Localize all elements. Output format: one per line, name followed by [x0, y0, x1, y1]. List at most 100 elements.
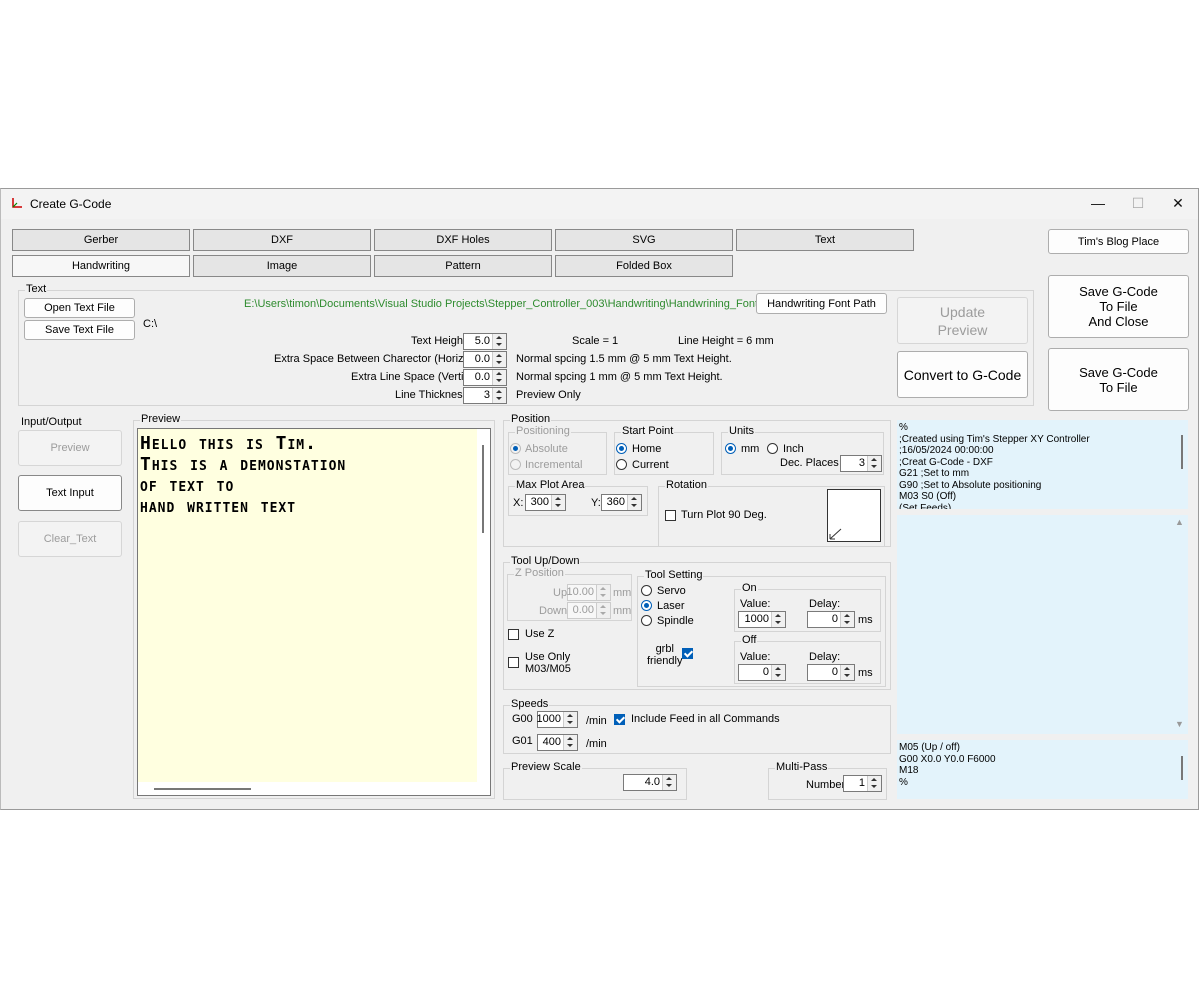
footer-scrollbar[interactable] [1181, 756, 1183, 780]
spinner-icon[interactable] [563, 735, 577, 750]
g01-input[interactable]: 400 [537, 734, 578, 751]
max-plot-title: Max Plot Area [515, 479, 586, 491]
spinner-icon[interactable] [596, 603, 610, 618]
spinner-icon[interactable] [840, 665, 854, 680]
dec-places-input[interactable]: 3 [840, 455, 882, 472]
z-up-input[interactable]: 10.00 [566, 584, 611, 601]
tab-handwriting[interactable]: Handwriting [12, 255, 190, 277]
on-delay-input[interactable]: 0 [807, 611, 855, 628]
blog-place-button[interactable]: Tim's Blog Place [1048, 229, 1189, 254]
g00-input[interactable]: 1000 [537, 711, 578, 728]
tab-text[interactable]: Text [736, 229, 914, 251]
dec-places-label: Dec. Places [780, 457, 839, 469]
spinner-icon[interactable] [492, 352, 506, 367]
tab-dxf-holes[interactable]: DXF Holes [374, 229, 552, 251]
absolute-radio[interactable] [510, 443, 521, 454]
off-delay-label: Delay: [809, 651, 841, 663]
off-value-input[interactable]: 0 [738, 664, 786, 681]
include-feed-checkbox[interactable] [614, 714, 625, 725]
axis-app-icon [12, 198, 22, 208]
save-gcode-close-button[interactable]: Save G-Code To File And Close [1048, 275, 1189, 338]
spinner-icon[interactable] [840, 612, 854, 627]
on-delay-label: Delay: [809, 598, 841, 610]
scroll-down-icon[interactable]: ▼ [1175, 719, 1184, 729]
save-text-file-button[interactable]: Save Text File [24, 320, 135, 340]
spinner-icon[interactable] [627, 495, 641, 510]
gcode-output-textbox[interactable]: ▲ ▼ [897, 515, 1188, 734]
use-only-checkbox[interactable] [508, 657, 519, 668]
spinner-icon[interactable] [771, 665, 785, 680]
spindle-radio[interactable] [641, 615, 652, 626]
spinner-icon[interactable] [771, 612, 785, 627]
home-radio[interactable] [616, 443, 627, 454]
handwriting-font-path-button[interactable]: Handwriting Font Path [756, 293, 887, 314]
gcode-header-textbox[interactable]: % ;Created using Tim's Stepper XY Contro… [897, 420, 1188, 509]
tab-image[interactable]: Image [193, 255, 371, 277]
text-group-title: Text [25, 283, 48, 295]
incremental-radio[interactable] [510, 459, 521, 470]
scroll-up-icon[interactable]: ▲ [1175, 517, 1184, 527]
spinner-icon[interactable] [596, 585, 610, 600]
font-path-text: E:\Users\timon\Documents\Visual Studio P… [244, 298, 815, 310]
spinner-icon[interactable] [492, 388, 506, 403]
servo-radio[interactable] [641, 585, 652, 596]
current-label: Current [632, 459, 669, 471]
line-thickness-input[interactable]: 3 [463, 387, 507, 404]
open-text-file-button[interactable]: Open Text File [24, 298, 135, 318]
tool-group-title: Tool Up/Down [510, 555, 581, 567]
rotation-preview-icon [827, 489, 881, 542]
laser-label: Laser [657, 600, 685, 612]
spinner-icon[interactable] [563, 712, 577, 727]
spinner-icon[interactable] [662, 775, 676, 790]
gcode-footer-textbox[interactable]: M05 (Up / off) G00 X0.0 Y0.0 F6000 M18 % [897, 740, 1188, 799]
z-down-label: Down [539, 605, 568, 617]
clear-text-button[interactable]: Clear_Text [18, 521, 122, 557]
inch-radio[interactable] [767, 443, 778, 454]
position-group-title: Position [510, 413, 552, 425]
minimize-button[interactable]: — [1078, 189, 1118, 217]
tab-svg[interactable]: SVG [555, 229, 733, 251]
current-radio[interactable] [616, 459, 627, 470]
spindle-label: Spindle [657, 615, 694, 627]
multipass-input[interactable]: 1 [843, 775, 882, 792]
header-scrollbar[interactable] [1181, 435, 1183, 469]
spinner-icon[interactable] [867, 456, 881, 471]
spinner-icon[interactable] [492, 370, 506, 385]
rotation-title: Rotation [665, 479, 708, 491]
text-height-input[interactable]: 5.0 [463, 333, 507, 350]
tab-pattern[interactable]: Pattern [374, 255, 552, 277]
start-point-title: Start Point [621, 425, 675, 437]
spinner-icon[interactable] [867, 776, 881, 791]
on-value-input[interactable]: 1000 [738, 611, 786, 628]
mm-label: mm [741, 443, 760, 455]
max-y-input[interactable]: 360 [601, 494, 642, 511]
close-button[interactable]: ✕ [1158, 189, 1198, 217]
save-gcode-button[interactable]: Save G-Code To File [1048, 348, 1189, 411]
io-group-title: Input/Output [21, 416, 82, 428]
mm-radio[interactable] [725, 443, 736, 454]
maximize-button[interactable]: ☐ [1118, 189, 1158, 217]
vertical-scrollbar[interactable] [482, 445, 484, 533]
preview-line: hand written text [140, 496, 297, 517]
extra-v-input[interactable]: 0.0 [463, 369, 507, 386]
turn-plot-checkbox[interactable] [665, 510, 676, 521]
max-x-input[interactable]: 300 [525, 494, 566, 511]
horizontal-scrollbar[interactable] [154, 788, 251, 790]
grbl-friendly-checkbox[interactable] [682, 648, 693, 659]
tab-dxf[interactable]: DXF [193, 229, 371, 251]
tab-folded-box[interactable]: Folded Box [555, 255, 733, 277]
tool-off-title: Off [741, 634, 758, 646]
spinner-icon[interactable] [551, 495, 565, 510]
preview-scale-input[interactable]: 4.0 [623, 774, 677, 791]
preview-canvas: Hello this is Tim. This is a demonstatio… [138, 429, 477, 782]
preview-button[interactable]: Preview [18, 430, 122, 466]
extra-h-input[interactable]: 0.0 [463, 351, 507, 368]
laser-radio[interactable] [641, 600, 652, 611]
spinner-icon[interactable] [492, 334, 506, 349]
tab-gerber[interactable]: Gerber [12, 229, 190, 251]
multipass-label: Number: [806, 779, 849, 791]
off-delay-input[interactable]: 0 [807, 664, 855, 681]
use-z-checkbox[interactable] [508, 629, 519, 640]
z-down-input[interactable]: 0.00 [567, 602, 611, 619]
text-input-button[interactable]: Text Input [18, 475, 122, 511]
